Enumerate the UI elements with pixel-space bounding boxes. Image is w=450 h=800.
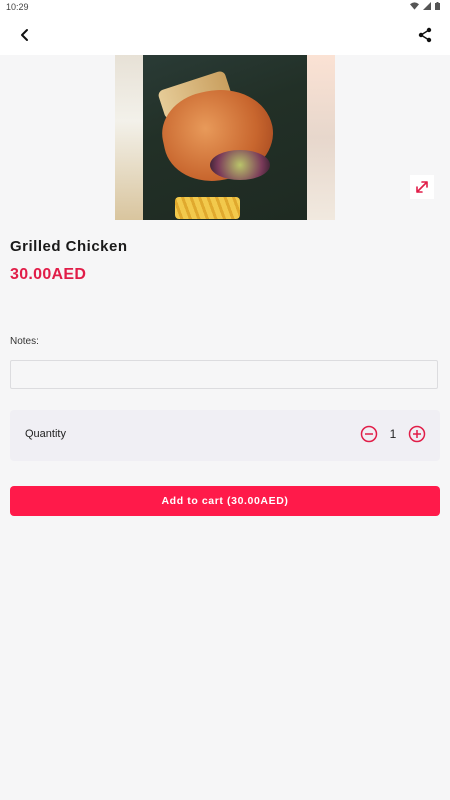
quantity-row: Quantity 1 <box>10 410 440 461</box>
product-image[interactable] <box>115 55 335 220</box>
top-app-bar <box>0 14 450 55</box>
status-time: 10:29 <box>6 2 29 12</box>
notes-input[interactable] <box>10 360 438 389</box>
status-icons <box>410 2 440 10</box>
quantity-stepper: 1 <box>360 425 426 443</box>
product-price: 30.00AED <box>10 266 87 283</box>
quantity-label: Quantity <box>25 428 66 440</box>
plus-circle-icon[interactable] <box>408 425 426 443</box>
minus-circle-icon[interactable] <box>360 425 378 443</box>
signal-icon <box>423 2 431 10</box>
quantity-value: 1 <box>389 427 397 441</box>
battery-icon <box>435 2 440 10</box>
expand-arrows-icon <box>416 181 428 193</box>
expand-image-button[interactable] <box>410 175 434 199</box>
image-side-right <box>307 55 335 220</box>
product-title: Grilled Chicken <box>10 238 128 255</box>
add-to-cart-button[interactable]: Add to cart (30.00AED) <box>10 486 440 516</box>
image-fries <box>175 197 240 219</box>
notes-label: Notes: <box>10 336 39 347</box>
wifi-icon <box>410 2 419 10</box>
image-salad <box>210 150 270 180</box>
status-bar: 10:29 <box>0 0 450 14</box>
chevron-left-icon[interactable] <box>16 26 34 44</box>
share-icon[interactable] <box>416 26 434 44</box>
image-side-left <box>115 55 145 220</box>
product-image-area <box>0 55 450 220</box>
